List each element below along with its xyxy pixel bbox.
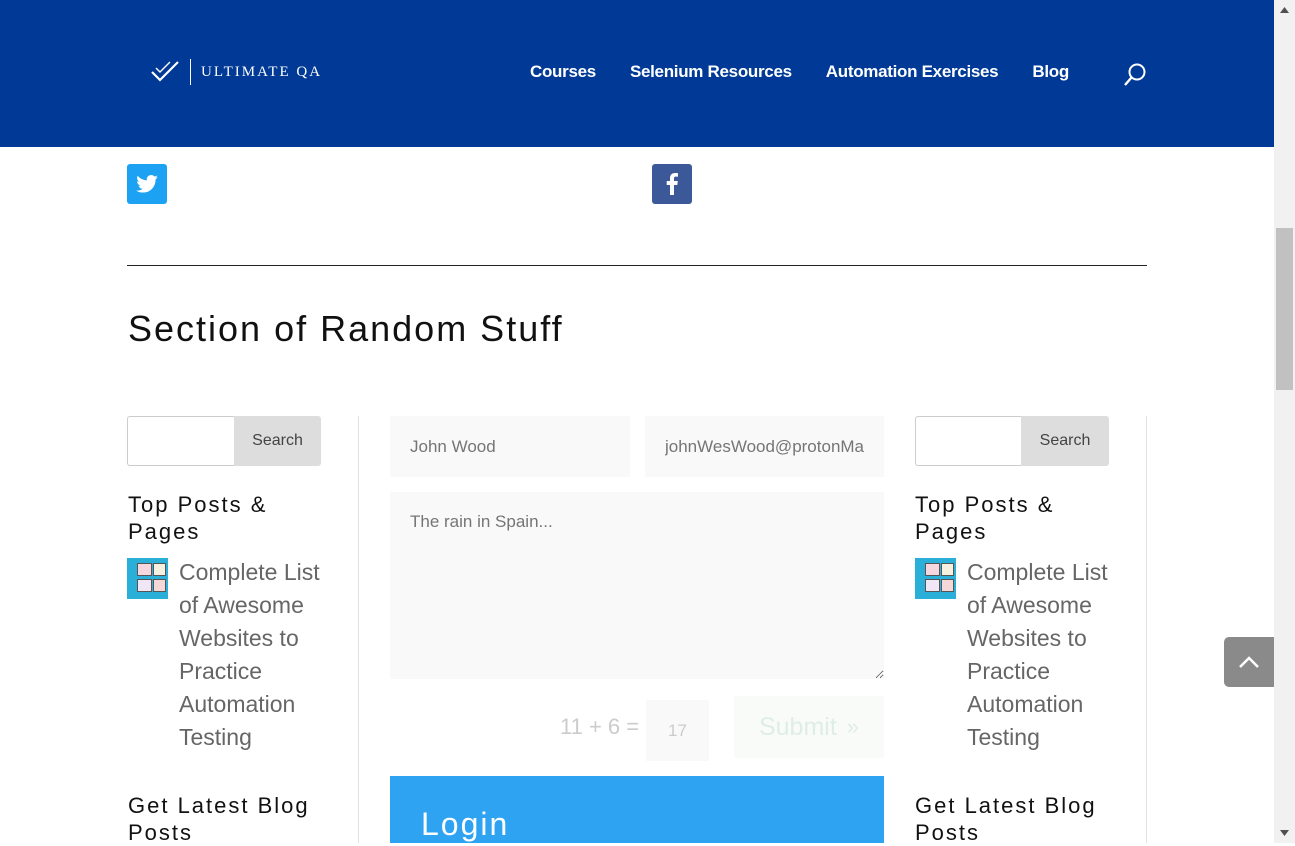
captcha-answer-input[interactable]: 17: [646, 700, 709, 761]
scrollbar-thumb[interactable]: [1276, 228, 1293, 390]
scroll-down-arrow-icon[interactable]: [1274, 823, 1295, 843]
right-post-item: Complete List of Awesome Websites to Pra…: [915, 558, 1112, 754]
post-thumbnail[interactable]: [915, 558, 956, 599]
left-top-posts-title: Top Posts & Pages: [128, 492, 268, 544]
chevron-up-icon: [1239, 656, 1259, 668]
right-search-form: Search: [915, 416, 1109, 466]
right-latest-posts-title: Get Latest Blog Posts: [915, 793, 1097, 845]
nav-blog[interactable]: Blog: [1032, 62, 1069, 82]
left-post-item: Complete List of Awesome Websites to Pra…: [127, 558, 324, 754]
right-post-link[interactable]: Complete List of Awesome Websites to Pra…: [967, 556, 1112, 754]
right-top-posts-title: Top Posts & Pages: [915, 492, 1055, 544]
main-nav: Courses Selenium Resources Automation Ex…: [530, 62, 1103, 82]
facebook-share-button[interactable]: [652, 164, 692, 204]
site-header: ULTIMATE QA Courses Selenium Resources A…: [0, 0, 1274, 147]
login-title: Login: [421, 806, 510, 842]
twitter-icon: [136, 175, 158, 193]
message-field[interactable]: [390, 492, 884, 679]
twitter-share-button[interactable]: [127, 164, 167, 204]
right-search-button[interactable]: Search: [1021, 416, 1109, 466]
column-divider-left: [358, 416, 359, 843]
double-chevron-right-icon: »: [846, 714, 860, 739]
section-title: Section of Random Stuff: [128, 308, 564, 349]
captcha-question: 11 + 6 =: [560, 714, 640, 739]
left-post-link[interactable]: Complete List of Awesome Websites to Pra…: [179, 556, 324, 754]
login-module: Login: [390, 776, 884, 843]
right-search-input[interactable]: [915, 416, 1021, 466]
name-field[interactable]: [390, 416, 630, 477]
email-field[interactable]: [645, 416, 884, 477]
submit-label: Submit: [758, 712, 837, 741]
left-search-input[interactable]: [127, 416, 234, 466]
left-latest-posts-title: Get Latest Blog Posts: [128, 793, 310, 845]
facebook-icon: [666, 173, 678, 195]
section-divider: [127, 265, 1147, 266]
submit-button[interactable]: Submit »: [734, 696, 884, 758]
page-scrollbar[interactable]: [1274, 0, 1295, 843]
nav-courses[interactable]: Courses: [530, 62, 596, 82]
search-icon[interactable]: [1122, 62, 1148, 88]
nav-automation-exercises[interactable]: Automation Exercises: [826, 62, 999, 82]
scroll-up-arrow-icon[interactable]: [1274, 0, 1295, 20]
logo-separator: [190, 59, 191, 85]
left-search-form: Search: [127, 416, 321, 466]
logo-text: ULTIMATE QA: [201, 63, 323, 80]
site-logo[interactable]: ULTIMATE QA: [150, 58, 322, 86]
column-divider-right: [1146, 416, 1147, 843]
checkmark-logo-icon: [151, 61, 179, 82]
left-search-button[interactable]: Search: [234, 416, 321, 466]
back-to-top-button[interactable]: [1224, 637, 1274, 687]
post-thumbnail[interactable]: [127, 558, 168, 599]
nav-selenium-resources[interactable]: Selenium Resources: [630, 62, 792, 82]
